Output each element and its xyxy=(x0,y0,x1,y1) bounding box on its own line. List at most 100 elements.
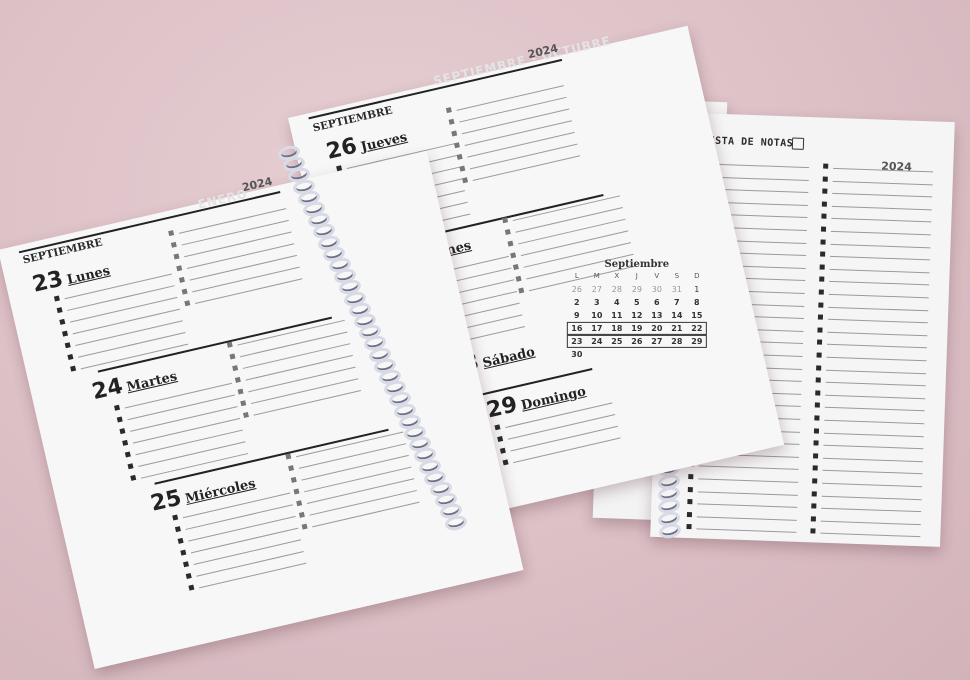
bullet-square xyxy=(188,584,195,591)
mini-calendar-day: 21 xyxy=(671,323,683,333)
writing-line xyxy=(826,344,927,349)
day-25: 25Miércoles xyxy=(148,468,257,516)
bullet-square xyxy=(122,439,129,446)
writing-line xyxy=(823,432,924,437)
bullet-square xyxy=(445,107,452,114)
bullet-square xyxy=(817,327,823,333)
writing-line xyxy=(829,281,930,286)
mini-calendar-day: 8 xyxy=(694,297,700,307)
bullet-square xyxy=(507,240,514,247)
bullet-square xyxy=(64,342,71,349)
bullet-square xyxy=(820,251,826,257)
bullet-square xyxy=(504,228,511,235)
mini-calendar-day: 25 xyxy=(611,336,623,346)
bullet-square xyxy=(290,476,297,483)
left-page-year: 2024 xyxy=(240,174,274,195)
writing-line xyxy=(507,414,616,440)
photo-scene: 2024 LISTA DE NOTAS 2024 SEPTIEMBRE - OC… xyxy=(0,0,970,680)
bullet-square xyxy=(816,365,822,371)
bullet-square xyxy=(818,289,824,295)
writing-line xyxy=(193,539,302,566)
mini-calendar-day: 26 xyxy=(631,336,643,346)
bullet-square xyxy=(816,339,823,346)
writing-line xyxy=(828,293,929,299)
mini-calendar-day xyxy=(627,348,647,361)
bullet-square xyxy=(816,352,822,358)
bullet-square xyxy=(184,300,191,307)
bullet-square xyxy=(296,500,303,507)
bullet-square xyxy=(124,451,131,458)
writing-line xyxy=(697,503,798,509)
mini-calendar-weekday: L xyxy=(574,271,579,280)
bullet-square xyxy=(497,436,504,443)
writing-line xyxy=(472,155,581,182)
bullet-square xyxy=(130,474,137,481)
writing-line xyxy=(250,378,359,405)
writing-line xyxy=(829,268,930,274)
mini-calendar-day: 13 xyxy=(651,310,663,320)
writing-line xyxy=(301,454,409,481)
bullet-square xyxy=(56,307,63,314)
bullet-square xyxy=(451,130,458,137)
writing-line xyxy=(199,562,307,589)
writing-line xyxy=(518,218,626,245)
mini-calendar-day: 27 xyxy=(591,284,602,294)
mini-calendar-week: 23 24 25 26 27 28 29 xyxy=(566,334,707,348)
mini-calendar-day: 18 xyxy=(611,323,623,333)
bullet-square xyxy=(817,314,824,320)
writing-line xyxy=(309,489,417,516)
bullet-square xyxy=(176,265,183,272)
bullet-square xyxy=(821,201,827,207)
bullet-square xyxy=(288,465,295,472)
day-23-number: 23 xyxy=(30,266,66,298)
bullet-square xyxy=(814,415,820,421)
bullet-square xyxy=(822,188,828,194)
writing-line xyxy=(469,143,578,170)
bullet-square xyxy=(114,404,121,411)
bullet-square xyxy=(815,377,821,383)
writing-line xyxy=(830,230,931,236)
bullet-square xyxy=(686,524,692,530)
mini-calendar-day: 30 xyxy=(651,284,662,294)
bullet-square xyxy=(70,365,77,372)
mini-calendar-weekday: J xyxy=(635,271,638,280)
writing-line xyxy=(306,478,415,504)
bullet-square xyxy=(515,275,522,282)
mini-calendar-day: 29 xyxy=(691,336,703,346)
mini-calendar-weekday: M xyxy=(593,271,600,280)
notes-icon xyxy=(791,137,805,150)
bullet-square xyxy=(237,388,244,395)
writing-line xyxy=(830,243,931,248)
writing-line xyxy=(831,218,932,223)
bullet-square xyxy=(518,287,525,294)
writing-line xyxy=(826,356,927,362)
bullet-square xyxy=(240,400,247,407)
writing-line xyxy=(513,437,621,464)
writing-line xyxy=(696,516,797,521)
bullet-square xyxy=(293,488,300,495)
writing-line xyxy=(824,407,925,412)
writing-line xyxy=(192,266,300,293)
writing-line xyxy=(823,444,924,450)
mini-calendar-day: 30 xyxy=(571,349,583,359)
mini-calendar-day: 2 xyxy=(574,297,580,307)
mini-calendar-weekday: S xyxy=(674,271,680,280)
bullet-square xyxy=(453,142,460,149)
bullet-square xyxy=(819,264,825,270)
bullet-square xyxy=(820,226,827,232)
day-29: 29Domingo xyxy=(484,376,588,423)
writing-line xyxy=(127,394,235,421)
mini-calendar-day: 12 xyxy=(631,310,643,320)
bullet-square xyxy=(226,341,233,348)
mini-calendar-day: 27 xyxy=(651,336,663,346)
bullet-square xyxy=(814,402,820,408)
bullet-square xyxy=(183,561,190,568)
day-24-name: Martes xyxy=(125,369,179,396)
bullet-square xyxy=(687,486,693,492)
writing-line xyxy=(821,507,922,513)
mini-calendar-week: 26 27 28 29 30 31 1 xyxy=(567,283,707,296)
bullet-square xyxy=(229,353,236,360)
writing-line xyxy=(824,419,925,425)
writing-line xyxy=(189,254,297,281)
writing-line xyxy=(459,96,567,123)
